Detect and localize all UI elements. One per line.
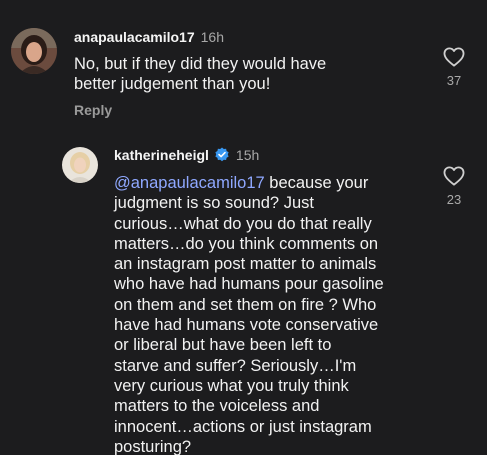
comments-thread: anapaulacamilo17 16h No, but if they did … (0, 0, 487, 455)
heart-outline-icon[interactable] (443, 166, 465, 186)
comment-username[interactable]: katherineheigl 15h (114, 147, 259, 163)
mention-link[interactable]: @anapaulacamilo17 (114, 174, 265, 192)
comment-timestamp: 15h (235, 147, 260, 163)
avatar[interactable] (11, 28, 57, 74)
comment-username[interactable]: anapaulacamilo17 16h (74, 29, 224, 45)
comment-timestamp: 16h (200, 29, 224, 45)
heart-outline-icon[interactable] (443, 47, 465, 67)
comment-body: because your judgment is so sound? Just … (114, 174, 384, 455)
like-count: 23 (446, 192, 462, 207)
username-text[interactable]: anapaulacamilo17 (74, 29, 195, 45)
like-button[interactable]: 23 (439, 166, 469, 207)
reply-button[interactable]: Reply (74, 102, 112, 118)
username-text[interactable]: katherineheigl (114, 147, 209, 163)
verified-badge-icon (215, 147, 229, 162)
like-count: 37 (446, 73, 462, 88)
comment-text: No, but if they did they would have bett… (74, 55, 327, 94)
comment-text: @anapaulacamilo17 because your judgment … (114, 173, 384, 455)
avatar[interactable] (62, 147, 98, 183)
like-button[interactable]: 37 (439, 47, 469, 88)
